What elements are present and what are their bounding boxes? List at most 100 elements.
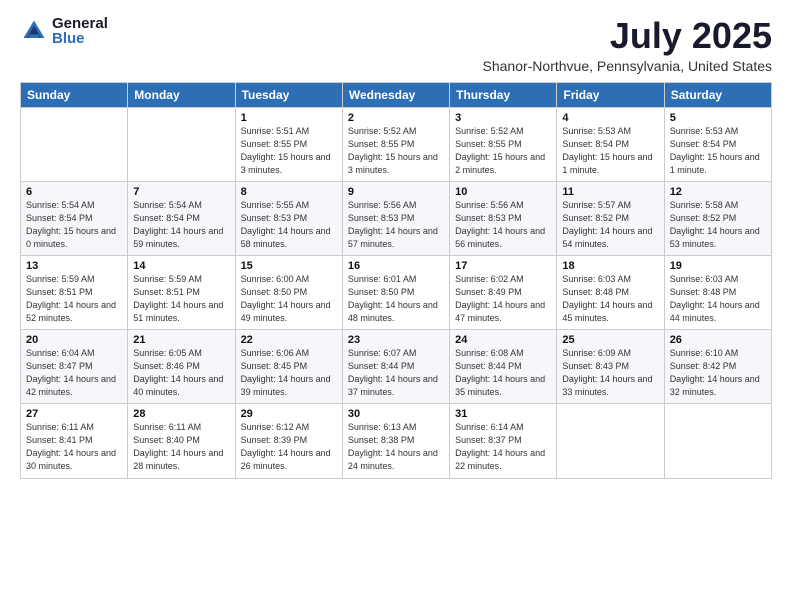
day-info: Sunrise: 5:56 AM Sunset: 8:53 PM Dayligh…: [348, 199, 444, 251]
calendar-cell: 25Sunrise: 6:09 AM Sunset: 8:43 PM Dayli…: [557, 330, 664, 404]
day-number: 7: [133, 186, 229, 198]
day-info: Sunrise: 6:10 AM Sunset: 8:42 PM Dayligh…: [670, 347, 766, 399]
day-number: 14: [133, 260, 229, 272]
day-info: Sunrise: 6:06 AM Sunset: 8:45 PM Dayligh…: [241, 347, 337, 399]
day-number: 5: [670, 112, 766, 124]
calendar-cell: 20Sunrise: 6:04 AM Sunset: 8:47 PM Dayli…: [21, 330, 128, 404]
day-number: 17: [455, 260, 551, 272]
day-number: 22: [241, 334, 337, 346]
day-info: Sunrise: 6:12 AM Sunset: 8:39 PM Dayligh…: [241, 421, 337, 473]
calendar-cell: 2Sunrise: 5:52 AM Sunset: 8:55 PM Daylig…: [342, 107, 449, 181]
day-info: Sunrise: 6:07 AM Sunset: 8:44 PM Dayligh…: [348, 347, 444, 399]
day-info: Sunrise: 5:59 AM Sunset: 8:51 PM Dayligh…: [133, 273, 229, 325]
day-number: 1: [241, 112, 337, 124]
day-number: 20: [26, 334, 122, 346]
logo: General Blue: [20, 16, 108, 46]
calendar-week-1: 1Sunrise: 5:51 AM Sunset: 8:55 PM Daylig…: [21, 107, 772, 181]
day-number: 10: [455, 186, 551, 198]
day-info: Sunrise: 6:03 AM Sunset: 8:48 PM Dayligh…: [562, 273, 658, 325]
day-info: Sunrise: 5:53 AM Sunset: 8:54 PM Dayligh…: [670, 125, 766, 177]
day-info: Sunrise: 5:51 AM Sunset: 8:55 PM Dayligh…: [241, 125, 337, 177]
day-number: 21: [133, 334, 229, 346]
day-number: 16: [348, 260, 444, 272]
page: General Blue July 2025 Shanor-Northvue, …: [0, 0, 792, 495]
day-number: 24: [455, 334, 551, 346]
day-number: 26: [670, 334, 766, 346]
calendar-cell: 15Sunrise: 6:00 AM Sunset: 8:50 PM Dayli…: [235, 255, 342, 329]
calendar-cell: 31Sunrise: 6:14 AM Sunset: 8:37 PM Dayli…: [450, 404, 557, 478]
calendar-week-5: 27Sunrise: 6:11 AM Sunset: 8:41 PM Dayli…: [21, 404, 772, 478]
day-number: 15: [241, 260, 337, 272]
col-friday: Friday: [557, 82, 664, 107]
day-number: 29: [241, 408, 337, 420]
calendar-header-row: Sunday Monday Tuesday Wednesday Thursday…: [21, 82, 772, 107]
day-number: 25: [562, 334, 658, 346]
day-number: 28: [133, 408, 229, 420]
day-info: Sunrise: 6:11 AM Sunset: 8:41 PM Dayligh…: [26, 421, 122, 473]
day-info: Sunrise: 5:54 AM Sunset: 8:54 PM Dayligh…: [26, 199, 122, 251]
logo-blue: Blue: [52, 31, 108, 46]
main-title: July 2025: [483, 16, 773, 56]
day-number: 13: [26, 260, 122, 272]
col-monday: Monday: [128, 82, 235, 107]
calendar-cell: 10Sunrise: 5:56 AM Sunset: 8:53 PM Dayli…: [450, 181, 557, 255]
calendar-cell: 19Sunrise: 6:03 AM Sunset: 8:48 PM Dayli…: [664, 255, 771, 329]
day-info: Sunrise: 5:53 AM Sunset: 8:54 PM Dayligh…: [562, 125, 658, 177]
logo-general: General: [52, 16, 108, 31]
calendar-cell: 18Sunrise: 6:03 AM Sunset: 8:48 PM Dayli…: [557, 255, 664, 329]
calendar-cell: 30Sunrise: 6:13 AM Sunset: 8:38 PM Dayli…: [342, 404, 449, 478]
day-number: 6: [26, 186, 122, 198]
calendar-cell: [21, 107, 128, 181]
calendar-cell: 3Sunrise: 5:52 AM Sunset: 8:55 PM Daylig…: [450, 107, 557, 181]
day-info: Sunrise: 6:03 AM Sunset: 8:48 PM Dayligh…: [670, 273, 766, 325]
day-number: 30: [348, 408, 444, 420]
day-number: 19: [670, 260, 766, 272]
day-info: Sunrise: 6:01 AM Sunset: 8:50 PM Dayligh…: [348, 273, 444, 325]
day-info: Sunrise: 6:09 AM Sunset: 8:43 PM Dayligh…: [562, 347, 658, 399]
calendar-cell: 21Sunrise: 6:05 AM Sunset: 8:46 PM Dayli…: [128, 330, 235, 404]
header: General Blue July 2025 Shanor-Northvue, …: [20, 16, 772, 74]
calendar: Sunday Monday Tuesday Wednesday Thursday…: [20, 82, 772, 479]
calendar-cell: 22Sunrise: 6:06 AM Sunset: 8:45 PM Dayli…: [235, 330, 342, 404]
calendar-cell: 11Sunrise: 5:57 AM Sunset: 8:52 PM Dayli…: [557, 181, 664, 255]
day-info: Sunrise: 5:52 AM Sunset: 8:55 PM Dayligh…: [348, 125, 444, 177]
calendar-cell: 6Sunrise: 5:54 AM Sunset: 8:54 PM Daylig…: [21, 181, 128, 255]
calendar-week-3: 13 Sunrise: 5:59 AM Sunset: 8:51 PM Dayli…: [21, 255, 772, 329]
calendar-cell: 17Sunrise: 6:02 AM Sunset: 8:49 PM Dayli…: [450, 255, 557, 329]
calendar-cell: [557, 404, 664, 478]
day-info: Sunrise: 5:57 AM Sunset: 8:52 PM Dayligh…: [562, 199, 658, 251]
day-info: Sunrise: 6:02 AM Sunset: 8:49 PM Dayligh…: [455, 273, 551, 325]
subtitle: Shanor-Northvue, Pennsylvania, United St…: [483, 58, 773, 74]
day-number: 12: [670, 186, 766, 198]
calendar-cell: 12Sunrise: 5:58 AM Sunset: 8:52 PM Dayli…: [664, 181, 771, 255]
day-number: 3: [455, 112, 551, 124]
day-number: 2: [348, 112, 444, 124]
col-saturday: Saturday: [664, 82, 771, 107]
day-number: 23: [348, 334, 444, 346]
calendar-cell: 8Sunrise: 5:55 AM Sunset: 8:53 PM Daylig…: [235, 181, 342, 255]
title-block: July 2025 Shanor-Northvue, Pennsylvania,…: [483, 16, 773, 74]
calendar-cell: 14Sunrise: 5:59 AM Sunset: 8:51 PM Dayli…: [128, 255, 235, 329]
col-sunday: Sunday: [21, 82, 128, 107]
calendar-cell: 16Sunrise: 6:01 AM Sunset: 8:50 PM Dayli…: [342, 255, 449, 329]
day-info: Sunrise: 5:56 AM Sunset: 8:53 PM Dayligh…: [455, 199, 551, 251]
calendar-cell: 4Sunrise: 5:53 AM Sunset: 8:54 PM Daylig…: [557, 107, 664, 181]
day-info: Sunrise: 5:52 AM Sunset: 8:55 PM Dayligh…: [455, 125, 551, 177]
calendar-cell: [664, 404, 771, 478]
calendar-cell: 26Sunrise: 6:10 AM Sunset: 8:42 PM Dayli…: [664, 330, 771, 404]
logo-icon: [20, 17, 48, 45]
day-info: Sunrise: 5:55 AM Sunset: 8:53 PM Dayligh…: [241, 199, 337, 251]
calendar-cell: 28Sunrise: 6:11 AM Sunset: 8:40 PM Dayli…: [128, 404, 235, 478]
day-info: Sunrise: 6:08 AM Sunset: 8:44 PM Dayligh…: [455, 347, 551, 399]
day-info: Sunrise: 6:04 AM Sunset: 8:47 PM Dayligh…: [26, 347, 122, 399]
calendar-week-2: 6Sunrise: 5:54 AM Sunset: 8:54 PM Daylig…: [21, 181, 772, 255]
calendar-cell: 5Sunrise: 5:53 AM Sunset: 8:54 PM Daylig…: [664, 107, 771, 181]
day-number: 4: [562, 112, 658, 124]
calendar-cell: 23Sunrise: 6:07 AM Sunset: 8:44 PM Dayli…: [342, 330, 449, 404]
day-number: 27: [26, 408, 122, 420]
day-number: 11: [562, 186, 658, 198]
calendar-cell: 27Sunrise: 6:11 AM Sunset: 8:41 PM Dayli…: [21, 404, 128, 478]
day-number: 18: [562, 260, 658, 272]
day-info: Sunrise: 5:58 AM Sunset: 8:52 PM Dayligh…: [670, 199, 766, 251]
logo-text: General Blue: [52, 16, 108, 46]
